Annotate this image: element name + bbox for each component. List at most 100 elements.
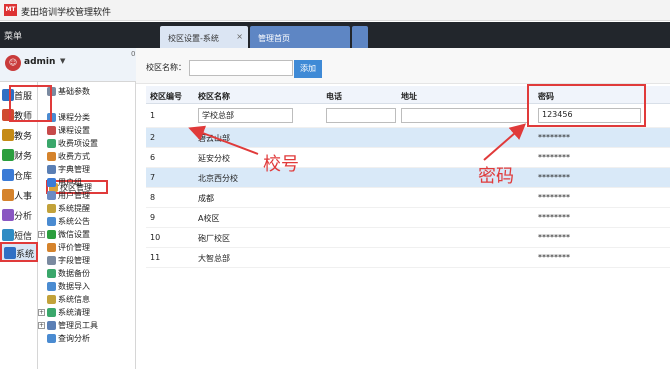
tree-item-system-info[interactable]: 系统信息	[38, 294, 136, 305]
close-icon[interactable]: ×	[236, 32, 243, 41]
tab-label: 校区设置-系统	[168, 34, 219, 43]
tree-item-course-category[interactable]: 课程分类	[38, 112, 136, 123]
cell-code: 2	[150, 133, 156, 142]
system-icon	[4, 247, 16, 259]
search-label: 校区名称：	[146, 63, 186, 72]
password-highlight	[527, 84, 646, 127]
tree-item-payment-methods[interactable]: 收费方式	[38, 151, 136, 162]
col-campus-name: 校区名称	[198, 92, 230, 101]
add-button[interactable]: 添加	[294, 60, 322, 78]
col-campus-code: 校区编号	[150, 92, 182, 101]
wechat-icon	[47, 230, 56, 239]
top-bar: 菜单 校区设置-系统 × 管理首页	[0, 22, 670, 48]
hr-icon	[2, 189, 14, 201]
search-icon	[47, 334, 56, 343]
avatar: ☺	[5, 55, 21, 71]
tree-item-data-backup[interactable]: 数据备份	[38, 268, 136, 279]
tree-item-announcements[interactable]: 系统公告	[38, 216, 136, 227]
cell-code: 6	[150, 153, 156, 162]
academic-icon	[2, 129, 14, 141]
evaluation-icon	[47, 243, 56, 252]
chart-icon	[2, 209, 14, 221]
tree-item-fee-items[interactable]: 收费项设置	[38, 138, 136, 149]
tree-item-user-management[interactable]: 用户管理	[38, 190, 136, 201]
tree-item-query-analysis[interactable]: 查询分析	[38, 333, 136, 344]
cell-password: ********	[538, 253, 570, 262]
table-row[interactable]: 7 北京西分校 ********	[146, 168, 670, 188]
info-icon	[47, 295, 56, 304]
category-system[interactable]: 系统	[0, 242, 38, 262]
cell-password: ********	[538, 173, 570, 182]
tree-item-system-cleanup[interactable]: + 系统清理	[38, 307, 136, 318]
field-icon	[47, 256, 56, 265]
campus-name-field[interactable]: 学校总部	[198, 108, 293, 123]
tree-item-admin-tools[interactable]: + 管理员工具	[38, 320, 136, 331]
table-row[interactable]: 11 大智总部 ********	[146, 248, 670, 268]
tab-campus-settings[interactable]: 校区设置-系统 ×	[160, 26, 248, 48]
tree-item-field-management[interactable]: 字段管理	[38, 255, 136, 266]
address-field[interactable]	[401, 108, 528, 123]
cell-name: 成都	[198, 194, 214, 203]
user-icon	[47, 191, 56, 200]
col-address: 地址	[401, 92, 417, 101]
cell-name: 砲厂校区	[198, 234, 230, 243]
table-row[interactable]: 10 砲厂校区 ********	[146, 228, 670, 248]
warehouse-icon	[2, 169, 14, 181]
user-group-icon	[47, 178, 56, 187]
cell-code: 10	[150, 233, 161, 242]
tree-item-data-import[interactable]: 数据导入	[38, 281, 136, 292]
expand-icon[interactable]: +	[38, 231, 45, 238]
announcement-icon	[47, 217, 56, 226]
course-settings-icon	[47, 126, 56, 135]
col-phone: 电话	[326, 92, 342, 101]
tree-item-system-reminders[interactable]: 系统提醒	[38, 203, 136, 214]
tree-item-wechat-settings[interactable]: + 微信设置	[38, 229, 136, 240]
cell-code: 9	[150, 213, 156, 222]
tools-icon	[47, 321, 56, 330]
cleanup-icon	[47, 308, 56, 317]
pin-icon[interactable]: 0	[131, 50, 135, 58]
tree-item-evaluations[interactable]: 评价管理	[38, 242, 136, 253]
phone-field[interactable]	[326, 108, 396, 123]
tab-home[interactable]: 管理首页	[250, 26, 350, 48]
tab-more[interactable]	[352, 26, 368, 48]
backup-icon	[47, 269, 56, 278]
cell-name: 延安分校	[198, 154, 230, 163]
fee-icon	[47, 139, 56, 148]
tree-item-course-settings[interactable]: 课程设置	[38, 125, 136, 136]
app-logo: MT	[4, 4, 17, 16]
cell-name: 大智总部	[198, 254, 230, 263]
tree-item-dictionary[interactable]: 字典管理	[38, 164, 136, 175]
tree-item-user-groups[interactable]: 用户组	[38, 177, 136, 188]
cell-name: 北京西分校	[198, 174, 238, 183]
user-name[interactable]: admin	[24, 57, 55, 67]
category-warehouse[interactable]: 仓库	[0, 166, 38, 186]
campus-name-input[interactable]	[189, 60, 293, 76]
menu-label[interactable]: 菜单	[4, 29, 22, 42]
cell-password: ********	[538, 233, 570, 242]
cell-password: ********	[538, 133, 570, 142]
function-tree: 基础参数 校区管理 课程分类 课程设置 收费项设置 收费方式 字典管理 用户组 …	[38, 82, 136, 369]
expand-icon[interactable]: +	[38, 322, 45, 329]
table-row[interactable]: 6 延安分校 ********	[146, 148, 670, 168]
table-row[interactable]: 9 A校区 ********	[146, 208, 670, 228]
category-finance[interactable]: 财务	[0, 146, 38, 166]
category-academic[interactable]: 教务	[0, 126, 38, 146]
cell-name: A校区	[198, 214, 220, 223]
bell-icon	[47, 204, 56, 213]
category-hr[interactable]: 人事	[0, 186, 38, 206]
message-icon	[2, 229, 14, 241]
dictionary-icon	[47, 165, 56, 174]
campus-code-highlight	[9, 85, 52, 122]
cell-code: 1	[150, 111, 156, 120]
cell-code: 11	[150, 253, 161, 262]
expand-icon[interactable]: +	[38, 309, 45, 316]
category-analysis[interactable]: 分析	[0, 206, 38, 226]
search-bar: 校区名称： 添加	[136, 48, 670, 84]
cell-password: ********	[538, 213, 570, 222]
chevron-down-icon[interactable]: ▼	[60, 57, 65, 65]
title-bar: MT 麦田培训学校管理软件	[0, 0, 670, 21]
table-row[interactable]: 8 成都 ********	[146, 188, 670, 208]
tree-item-basic-params[interactable]: 基础参数	[38, 86, 136, 97]
table-row[interactable]: 2 碧云山部 ********	[146, 128, 670, 148]
